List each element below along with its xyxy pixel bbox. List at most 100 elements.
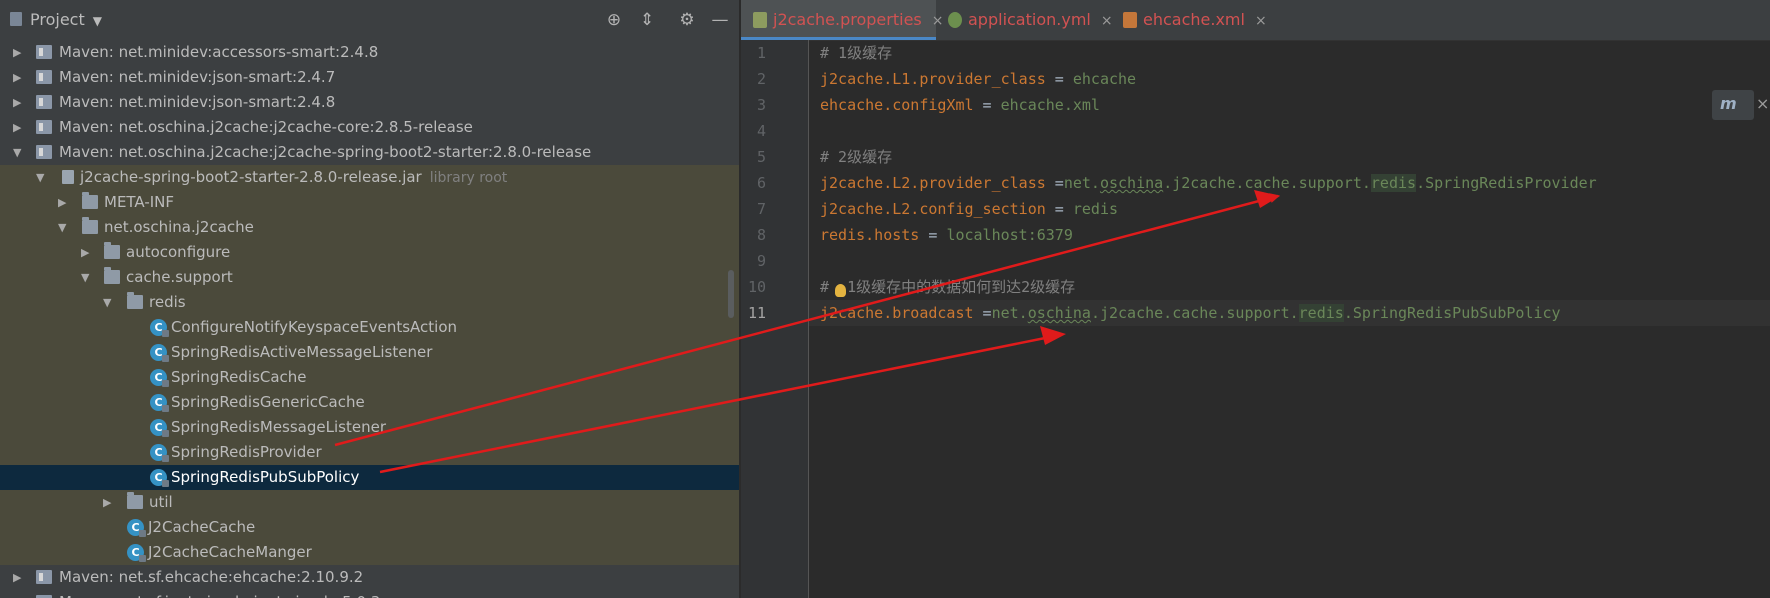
line-number: 10	[747, 278, 766, 296]
property-key: j2cache.L2.config_section	[820, 200, 1046, 218]
tree-row[interactable]: ▶ Maven: net.sf.ehcache:ehcache:2.10.9.2	[0, 565, 740, 590]
collapse-arrow-icon[interactable]: ▼	[36, 165, 44, 190]
tree-row[interactable]: ▶ Maven: net.minidev:accessors-smart:2.4…	[0, 40, 740, 65]
class-icon: C	[127, 519, 146, 537]
code-line: # 1级缓存中的数据如何到达2级缓存	[809, 274, 1770, 300]
tree-row[interactable]: C SpringRedisCache	[0, 365, 740, 390]
close-icon[interactable]: ×	[1255, 13, 1267, 29]
class-icon: C	[150, 419, 169, 437]
library-root-hint: library root	[429, 170, 508, 186]
project-scrollbar[interactable]	[728, 270, 734, 318]
expand-arrow-icon[interactable]: ▶	[13, 590, 21, 598]
project-icon	[10, 12, 22, 26]
equals-sign: =	[973, 96, 1001, 114]
tab-label: j2cache.properties	[773, 10, 922, 29]
tab-j2cache-properties[interactable]: j2cache.properties ×	[741, 0, 943, 40]
tree-row-label: j2cache-spring-boot2-starter-2.8.0-relea…	[80, 168, 422, 186]
tree-row[interactable]: C SpringRedisProvider	[0, 440, 740, 465]
tree-row[interactable]: ▼ cache.support	[0, 265, 740, 290]
collapse-arrow-icon[interactable]: ▼	[103, 290, 111, 315]
lightbulb-icon[interactable]	[835, 284, 846, 297]
class-icon: C	[150, 444, 169, 462]
tree-row-label: SpringRedisActiveMessageListener	[171, 343, 433, 361]
comment: # 1级缓存	[820, 44, 893, 62]
package-icon	[127, 292, 143, 309]
code-line: j2cache.L1.provider_class = ehcache	[809, 66, 1770, 92]
class-icon: C	[150, 394, 169, 412]
tree-row-selected[interactable]: C SpringRedisPubSubPolicy	[0, 465, 740, 490]
class-icon: C	[150, 369, 169, 387]
tree-row[interactable]: C SpringRedisMessageListener	[0, 415, 740, 440]
comment: # 1级缓存中的数据如何到达2级缓存	[820, 278, 1076, 296]
code-line: ehcache.configXml = ehcache.xml	[809, 92, 1770, 118]
tree-row[interactable]: C ConfigureNotifyKeyspaceEventsAction	[0, 315, 740, 340]
property-value-part: redis	[1298, 304, 1344, 322]
tree-row[interactable]: ▶ Maven: net.oschina.j2cache:j2cache-cor…	[0, 115, 740, 140]
tree-row[interactable]: C J2CacheCache	[0, 515, 740, 540]
line-number: 5	[756, 148, 766, 166]
tree-row[interactable]: ▼ j2cache-spring-boot2-starter-2.8.0-rel…	[0, 165, 740, 190]
tree-row-label: Maven: net.oschina.j2cache:j2cache-sprin…	[59, 143, 592, 161]
expand-arrow-icon[interactable]: ▶	[58, 190, 66, 215]
expand-arrow-icon[interactable]: ▶	[81, 240, 89, 265]
tab-label: ehcache.xml	[1143, 10, 1245, 29]
collapse-all-icon[interactable]: ⇕	[635, 8, 659, 32]
tree-row[interactable]: C SpringRedisActiveMessageListener	[0, 340, 740, 365]
tab-ehcache-xml[interactable]: ehcache.xml ×	[1111, 0, 1267, 40]
close-icon[interactable]: ×	[1756, 94, 1769, 113]
tree-row-label: autoconfigure	[126, 243, 231, 261]
tree-row[interactable]: ▼ Maven: net.oschina.j2cache:j2cache-spr…	[0, 140, 740, 165]
collapse-arrow-icon[interactable]: ▼	[13, 140, 21, 165]
line-number-current: 11	[747, 304, 766, 322]
collapse-arrow-icon[interactable]: ▼	[81, 265, 89, 290]
panel-divider[interactable]	[739, 0, 740, 598]
tree-row[interactable]: ▶ autoconfigure	[0, 240, 740, 265]
tree-row[interactable]: ▶ Maven: net.sf.jopt-simple:jopt-simple:…	[0, 590, 740, 598]
tree-row-label: Maven: net.minidev:json-smart:2.4.7	[59, 68, 336, 86]
tree-row[interactable]: ▶ Maven: net.minidev:json-smart:2.4.8	[0, 90, 740, 115]
project-panel: Project ▼ ⊕ ⇕ ⚙ — ▶ Maven: net.minidev:ac…	[0, 0, 740, 598]
project-view-selector[interactable]: Project ▼	[4, 0, 102, 40]
expand-arrow-icon[interactable]: ▶	[13, 115, 21, 140]
expand-arrow-icon[interactable]: ▶	[103, 490, 111, 515]
property-value-part: .j2cache.cache.support.	[1163, 174, 1371, 192]
tree-row[interactable]: ▼ redis	[0, 290, 740, 315]
tree-row-label: Maven: net.oschina.j2cache:j2cache-core:…	[59, 118, 473, 136]
maven-library-icon	[36, 570, 52, 584]
tree-row[interactable]: C J2CacheCacheManger	[0, 540, 740, 565]
tree-row[interactable]: ▶ util	[0, 490, 740, 515]
expand-arrow-icon[interactable]: ▶	[13, 90, 21, 115]
gear-icon[interactable]: ⚙	[675, 8, 699, 32]
property-value: ehcache.xml	[1000, 96, 1100, 114]
line-number: 6	[756, 174, 766, 192]
tree-row[interactable]: C SpringRedisGenericCache	[0, 390, 740, 415]
class-icon: C	[150, 344, 169, 362]
class-icon: C	[150, 469, 169, 487]
tree-row-label: SpringRedisPubSubPolicy	[171, 468, 360, 486]
tab-application-yml[interactable]: application.yml ×	[936, 0, 1113, 40]
hide-icon[interactable]: —	[708, 8, 732, 32]
tree-row[interactable]: ▶ Maven: net.minidev:json-smart:2.4.7	[0, 65, 740, 90]
code-editor[interactable]: # 1级缓存 j2cache.L1.provider_class = ehcac…	[809, 40, 1770, 598]
expand-arrow-icon[interactable]: ▶	[13, 65, 21, 90]
collapse-arrow-icon[interactable]: ▼	[58, 215, 66, 240]
locate-icon[interactable]: ⊕	[602, 8, 626, 32]
tab-label: application.yml	[968, 10, 1091, 29]
tree-row-label: Maven: net.minidev:json-smart:2.4.8	[59, 93, 336, 111]
expand-arrow-icon[interactable]: ▶	[13, 40, 21, 65]
xml-file-icon	[1123, 12, 1137, 28]
property-key: ehcache.configXml	[820, 96, 974, 114]
equals-sign: =	[919, 226, 947, 244]
line-number-gutter: 1 2 3 4 5 6 7 8 9 10 11	[741, 40, 809, 598]
expand-arrow-icon[interactable]: ▶	[13, 565, 21, 590]
project-panel-header: Project ▼ ⊕ ⇕ ⚙ —	[0, 0, 740, 41]
tree-row[interactable]: ▼ net.oschina.j2cache	[0, 215, 740, 240]
class-icon: C	[127, 544, 146, 562]
class-icon: C	[150, 319, 169, 337]
tree-row[interactable]: ▶ META-INF	[0, 190, 740, 215]
maven-library-icon	[36, 145, 52, 159]
equals-sign: =	[1045, 70, 1073, 88]
tree-row-label: SpringRedisGenericCache	[171, 393, 365, 411]
maven-reload-icon[interactable]: m	[1712, 90, 1754, 120]
editor-tab-bar: j2cache.properties × application.yml × ehc…	[741, 0, 1770, 41]
